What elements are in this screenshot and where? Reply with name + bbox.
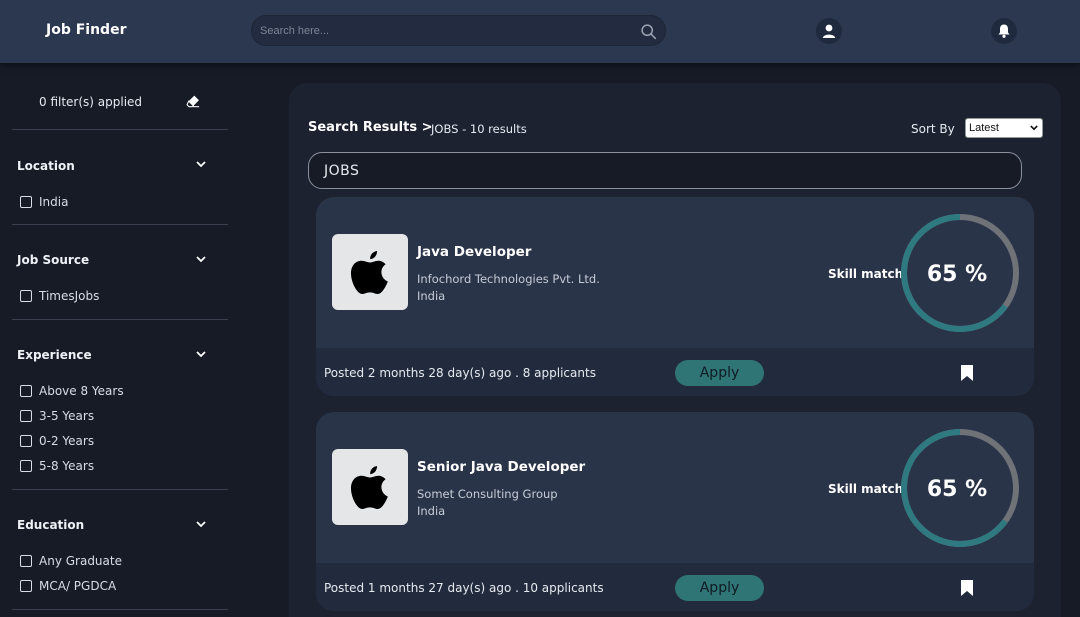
company-name: Somet Consulting Group [417, 487, 558, 501]
checkbox[interactable] [20, 555, 32, 567]
results-panel: Search Results > JOBS - 10 results Sort … [289, 83, 1061, 617]
filters-applied-count: 0 filter(s) applied [39, 95, 143, 109]
job-card[interactable]: Senior Java Developer Somet Consulting G… [316, 412, 1034, 611]
job-location: India [417, 289, 446, 303]
option-label: 0-2 Years [39, 434, 95, 448]
eraser-icon[interactable] [186, 94, 200, 108]
filter-option[interactable]: 5-8 Years [20, 459, 94, 473]
posted-info: Posted 1 months 27 day(s) ago . 10 appli… [324, 581, 604, 595]
skill-match-ring: 65 % [901, 429, 1019, 547]
company-logo [332, 449, 408, 525]
sort-select[interactable]: Latest [965, 118, 1043, 138]
apply-button[interactable]: Apply [675, 360, 764, 386]
apply-button[interactable]: Apply [675, 575, 764, 601]
results-count: JOBS - 10 results [431, 122, 527, 136]
filter-option[interactable]: India [20, 195, 68, 209]
chevron-down-icon[interactable] [196, 351, 206, 358]
chevron-down-icon[interactable] [196, 521, 206, 528]
filter-sidebar: 0 filter(s) applied Location India Job S… [0, 79, 230, 617]
filter-option[interactable]: MCA/ PGDCA [20, 579, 116, 593]
sort-value: Latest [969, 122, 999, 134]
checkbox[interactable] [20, 196, 32, 208]
option-label: TimesJobs [39, 289, 100, 303]
filter-title-experience[interactable]: Experience [17, 348, 92, 362]
job-card[interactable]: Java Developer Infochord Technologies Pv… [316, 197, 1034, 396]
filter-section-education: Education Any Graduate MCA/ PGDCA [12, 490, 228, 610]
checkbox[interactable] [20, 290, 32, 302]
brand-title[interactable]: Job Finder [46, 22, 126, 38]
filter-option[interactable]: Above 8 Years [20, 384, 124, 398]
company-name: Infochord Technologies Pvt. Ltd. [417, 272, 600, 286]
filter-section-location: Location India [12, 130, 228, 225]
sort-label: Sort By [911, 122, 955, 136]
filter-option[interactable]: TimesJobs [20, 289, 99, 303]
option-label: 3-5 Years [39, 409, 95, 423]
filter-option[interactable]: 3-5 Years [20, 409, 94, 423]
breadcrumb[interactable]: Search Results > [308, 120, 433, 135]
option-label: Above 8 Years [39, 384, 124, 398]
job-title[interactable]: Java Developer [417, 244, 531, 260]
bell-icon [998, 24, 1010, 38]
top-header: Job Finder [0, 0, 1080, 63]
filter-summary: 0 filter(s) applied [12, 79, 228, 130]
user-icon [822, 24, 836, 38]
checkbox[interactable] [20, 435, 32, 447]
skill-match-label: Skill match [828, 482, 904, 496]
filter-option[interactable]: Any Graduate [20, 554, 122, 568]
posted-info: Posted 2 months 28 day(s) ago . 8 applic… [324, 366, 596, 380]
profile-button[interactable] [816, 18, 842, 44]
skill-match-value: 65 % [927, 477, 987, 502]
filter-section-job-source: Job Source TimesJobs [12, 225, 228, 320]
job-card-footer: Posted 1 months 27 day(s) ago . 10 appli… [316, 563, 1034, 611]
search-icon[interactable] [640, 23, 657, 40]
bookmark-icon[interactable] [961, 580, 973, 596]
checkbox[interactable] [20, 580, 32, 592]
option-label: India [39, 195, 69, 209]
option-label: Any Graduate [39, 554, 122, 568]
skill-match-ring: 65 % [901, 214, 1019, 332]
bookmark-icon[interactable] [961, 365, 973, 381]
chevron-down-icon [1030, 125, 1038, 131]
chevron-down-icon[interactable] [196, 256, 206, 263]
job-title[interactable]: Senior Java Developer [417, 459, 585, 475]
query-value: JOBS [324, 163, 360, 179]
checkbox[interactable] [20, 460, 32, 472]
job-location: India [417, 504, 446, 518]
filter-section-experience: Experience Above 8 Years 3-5 Years 0-2 Y… [12, 320, 228, 490]
apple-logo-icon [351, 466, 388, 509]
filter-title-job-source[interactable]: Job Source [17, 253, 89, 267]
chevron-down-icon[interactable] [196, 161, 206, 168]
option-label: MCA/ PGDCA [39, 579, 117, 593]
search-input[interactable] [260, 22, 630, 40]
query-field[interactable]: JOBS [308, 152, 1022, 189]
checkbox[interactable] [20, 385, 32, 397]
checkbox[interactable] [20, 410, 32, 422]
apple-logo-icon [351, 251, 388, 294]
filter-option[interactable]: 0-2 Years [20, 434, 94, 448]
search-bar[interactable] [251, 15, 666, 46]
filter-title-location[interactable]: Location [17, 159, 75, 173]
skill-match-label: Skill match [828, 267, 904, 281]
option-label: 5-8 Years [39, 459, 95, 473]
job-card-footer: Posted 2 months 28 day(s) ago . 8 applic… [316, 348, 1034, 396]
skill-match-value: 65 % [927, 262, 987, 287]
notifications-button[interactable] [991, 18, 1017, 44]
filter-title-education[interactable]: Education [17, 518, 84, 532]
company-logo [332, 234, 408, 310]
